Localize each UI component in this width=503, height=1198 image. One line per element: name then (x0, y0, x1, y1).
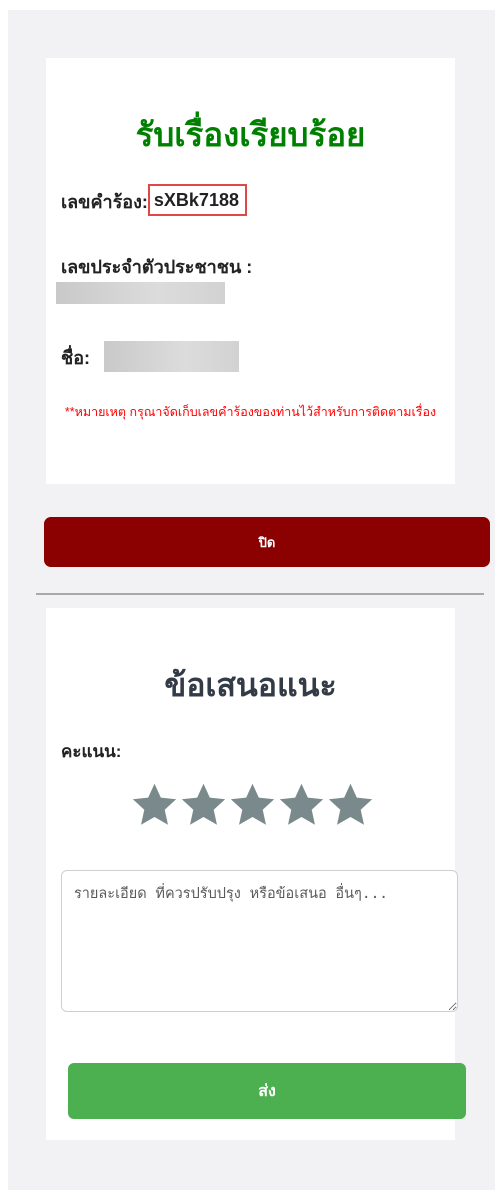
feedback-textarea[interactable] (61, 870, 458, 1012)
reference-row: เลขคำร้อง: sXBk7188 (61, 184, 247, 216)
star-icon-2[interactable] (179, 780, 228, 830)
reference-label: เลขคำร้อง: (61, 191, 148, 212)
rating-label: คะแนน: (61, 742, 122, 761)
name-label: ชื่อ: (61, 348, 91, 368)
section-divider (36, 593, 484, 595)
star-icon-4[interactable] (277, 780, 326, 830)
citizen-id-redacted-value (56, 282, 225, 304)
citizen-id-label: เลขประจำตัวประชาชน : (61, 257, 253, 277)
success-card: รับเรื่องเรียบร้อย เลขคำร้อง: sXBk7188 เล… (46, 58, 455, 484)
star-icon-5[interactable] (326, 780, 375, 830)
star-icon-1[interactable] (130, 780, 179, 830)
reference-number: sXBk7188 (147, 184, 247, 216)
save-reference-note: **หมายเหตุ กรุณาจัดเก็บเลขคำร้องของท่านไ… (64, 405, 437, 419)
star-icon-3[interactable] (228, 780, 277, 830)
name-redacted-value (104, 341, 239, 372)
feedback-title: ข้อเสนอแนะ (164, 667, 337, 703)
page-background: รับเรื่องเรียบร้อย เลขคำร้อง: sXBk7188 เล… (8, 10, 495, 1190)
star-rating (130, 780, 375, 830)
send-button[interactable]: ส่ง (68, 1063, 466, 1119)
success-title: รับเรื่องเรียบร้อย (135, 116, 366, 153)
close-button[interactable]: ปิด (44, 517, 490, 567)
feedback-card: ข้อเสนอแนะ คะแนน: ส่ง (46, 608, 466, 1140)
